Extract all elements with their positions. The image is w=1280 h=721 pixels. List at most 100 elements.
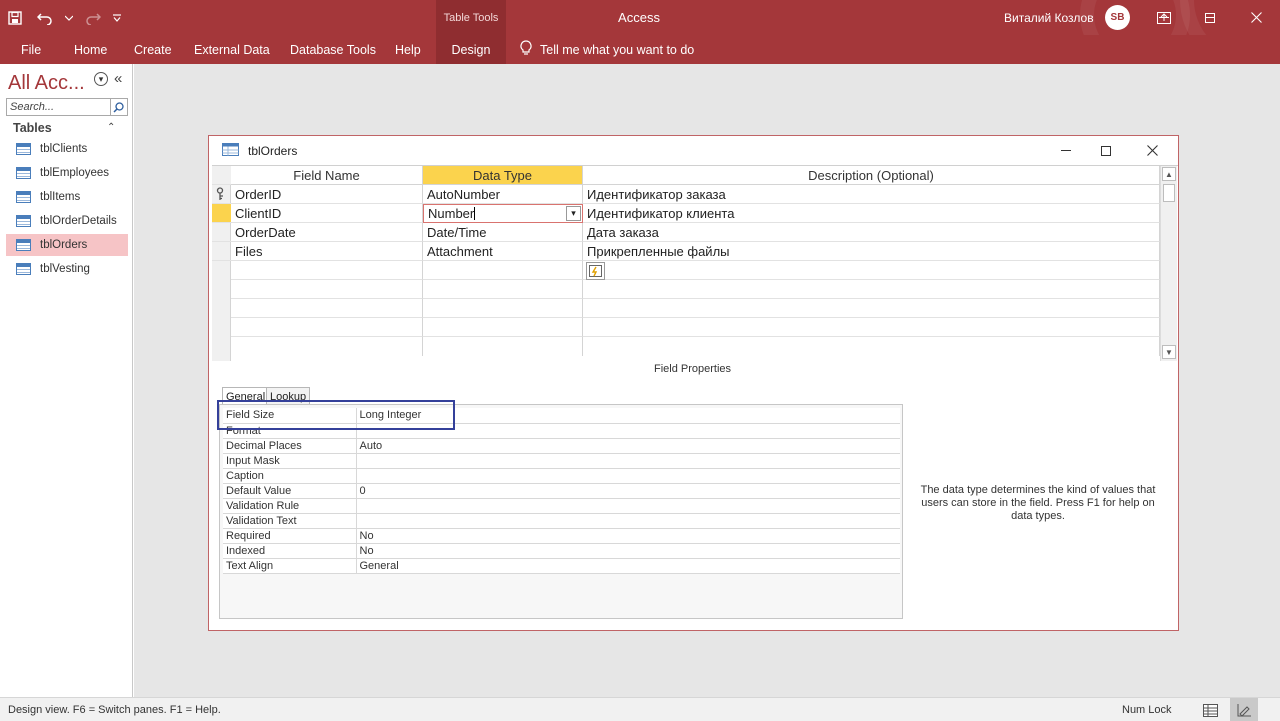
scroll-thumb[interactable]: [1163, 184, 1175, 202]
close-icon[interactable]: [1132, 136, 1172, 165]
column-header-data-type[interactable]: Data Type: [423, 166, 583, 185]
empty-field-cell[interactable]: [231, 318, 423, 337]
property-row[interactable]: Validation Text: [223, 513, 900, 529]
table-icon: [16, 263, 31, 275]
close-icon[interactable]: [1233, 0, 1279, 35]
redo-icon[interactable]: [78, 3, 108, 33]
sidebar-item-tblvesting[interactable]: tblVesting: [6, 258, 128, 280]
field-name-cell[interactable]: OrderID: [231, 185, 423, 204]
property-value[interactable]: No: [356, 543, 900, 559]
empty-description-cell[interactable]: [583, 280, 1160, 299]
property-row[interactable]: Default Value 0: [223, 483, 900, 499]
property-row[interactable]: Decimal Places Auto: [223, 438, 900, 454]
tab-help[interactable]: Help: [395, 35, 421, 64]
column-header-description[interactable]: Description (Optional): [583, 166, 1160, 185]
tell-me-search[interactable]: Tell me what you want to do: [520, 35, 694, 64]
tab-file[interactable]: File: [21, 35, 41, 64]
empty-type-cell[interactable]: [423, 261, 583, 280]
navigation-pane: All Acc... ▾ « Tables ⌃ tblClients tblEm…: [0, 64, 133, 697]
data-type-combo[interactable]: Number ▾: [423, 204, 583, 223]
tab-design[interactable]: Design: [436, 35, 506, 64]
tab-external-data[interactable]: External Data: [194, 35, 270, 64]
datasheet-view-icon[interactable]: [1196, 698, 1224, 721]
empty-field-cell[interactable]: [231, 280, 423, 299]
property-value[interactable]: [356, 513, 900, 529]
empty-description-cell[interactable]: [583, 337, 1160, 356]
chevron-up-icon[interactable]: ⌃: [107, 122, 115, 133]
maximize-icon[interactable]: [1086, 136, 1126, 165]
nav-group-tables[interactable]: Tables: [13, 121, 52, 135]
property-update-options-icon[interactable]: [586, 262, 605, 280]
sidebar-item-tblitems[interactable]: tblItems: [6, 186, 128, 208]
select-all-corner[interactable]: [212, 166, 231, 185]
avatar[interactable]: SB: [1105, 5, 1130, 30]
property-value[interactable]: No: [356, 528, 900, 544]
property-row[interactable]: Input Mask: [223, 453, 900, 469]
empty-field-cell[interactable]: [231, 261, 423, 280]
property-row[interactable]: Caption: [223, 468, 900, 484]
property-value[interactable]: General: [356, 558, 900, 574]
data-type-value: Number: [428, 206, 475, 221]
table-icon: [16, 143, 31, 155]
property-row[interactable]: Required No: [223, 528, 900, 544]
data-type-cell[interactable]: AutoNumber: [423, 185, 583, 204]
sidebar-item-tblorders[interactable]: tblOrders: [6, 234, 128, 256]
description-cell[interactable]: Дата заказа: [583, 223, 1160, 242]
row-selector[interactable]: [212, 185, 231, 204]
status-text: Design view. F6 = Switch panes. F1 = Hel…: [8, 704, 221, 716]
empty-type-cell[interactable]: [423, 318, 583, 337]
scroll-up-icon[interactable]: ▲: [1162, 167, 1176, 181]
property-row[interactable]: Validation Rule: [223, 498, 900, 514]
property-value[interactable]: [356, 453, 900, 469]
property-row[interactable]: Text Align General: [223, 558, 900, 574]
sidebar-item-tblclients[interactable]: tblClients: [6, 138, 128, 160]
collapse-pane-icon[interactable]: «: [114, 70, 122, 87]
undo-icon[interactable]: [30, 3, 60, 33]
search-icon[interactable]: [110, 98, 128, 116]
search-input[interactable]: [6, 98, 111, 116]
empty-type-cell[interactable]: [423, 299, 583, 318]
scroll-down-icon[interactable]: ▼: [1162, 345, 1176, 359]
sidebar-item-tblemployees[interactable]: tblEmployees: [6, 162, 128, 184]
row-selector-current[interactable]: [212, 204, 231, 223]
property-row[interactable]: Indexed No: [223, 543, 900, 559]
field-name-cell[interactable]: ClientID: [231, 204, 423, 223]
empty-field-cell[interactable]: [231, 299, 423, 318]
description-cell[interactable]: Прикрепленные файлы: [583, 242, 1160, 261]
empty-description-cell[interactable]: [583, 299, 1160, 318]
chevron-down-icon[interactable]: ▾: [566, 206, 581, 221]
chevron-down-icon[interactable]: ▾: [94, 72, 108, 86]
property-value[interactable]: [356, 468, 900, 484]
tab-home[interactable]: Home: [74, 35, 107, 64]
property-value[interactable]: [356, 498, 900, 514]
tab-create[interactable]: Create: [134, 35, 172, 64]
tab-database-tools[interactable]: Database Tools: [290, 35, 376, 64]
empty-description-cell[interactable]: [583, 261, 1160, 280]
description-cell[interactable]: Идентификатор заказа: [583, 185, 1160, 204]
vertical-scrollbar[interactable]: ▲ ▼: [1160, 166, 1177, 361]
data-type-cell[interactable]: Attachment: [423, 242, 583, 261]
minimize-icon[interactable]: [1046, 136, 1086, 165]
undo-dropdown-icon[interactable]: [60, 3, 78, 33]
empty-field-cell[interactable]: [231, 337, 423, 356]
customize-qat-icon[interactable]: [108, 3, 126, 33]
row-selector[interactable]: [212, 223, 231, 242]
user-name[interactable]: Виталий Козлов: [1004, 0, 1094, 35]
data-type-cell[interactable]: Date/Time: [423, 223, 583, 242]
empty-type-cell[interactable]: [423, 337, 583, 356]
property-value[interactable]: 0: [356, 483, 900, 499]
minimize-icon[interactable]: [1141, 0, 1187, 35]
nav-pane-title[interactable]: All Acc...: [8, 72, 85, 95]
sidebar-item-tblorderdetails[interactable]: tblOrderDetails: [6, 210, 128, 232]
empty-type-cell[interactable]: [423, 280, 583, 299]
design-view-icon[interactable]: [1230, 698, 1258, 721]
property-value[interactable]: Auto: [356, 438, 900, 454]
description-cell[interactable]: Идентификатор клиента: [583, 204, 1160, 223]
column-header-field-name[interactable]: Field Name: [231, 166, 423, 185]
field-name-cell[interactable]: OrderDate: [231, 223, 423, 242]
save-icon[interactable]: [0, 3, 30, 33]
row-selector[interactable]: [212, 242, 231, 261]
maximize-icon[interactable]: [1187, 0, 1233, 35]
empty-description-cell[interactable]: [583, 318, 1160, 337]
field-name-cell[interactable]: Files: [231, 242, 423, 261]
